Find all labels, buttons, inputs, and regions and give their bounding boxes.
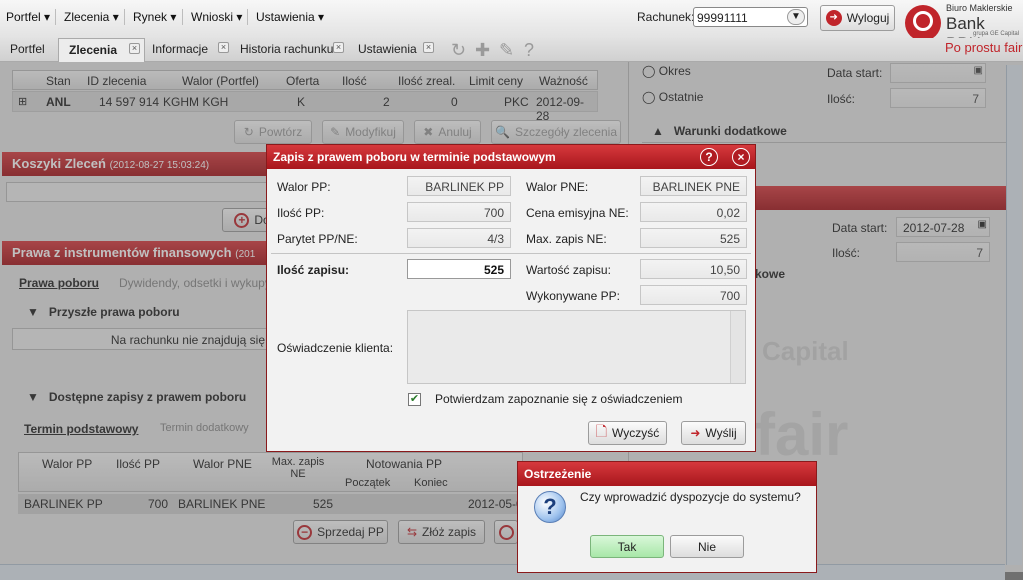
menu-bar: Portfel ▾ Zlecenia ▾ Rynek ▾ Wnioski ▾ U… bbox=[0, 0, 1023, 55]
confirm-checkbox-label: Potwierdzam zapoznanie się z oświadczeni… bbox=[435, 392, 683, 406]
max-zapis-label: Max. zapis NE: bbox=[526, 232, 607, 246]
walor-pp-field: BARLINEK PP bbox=[407, 176, 511, 196]
close-icon[interactable]: × bbox=[333, 42, 344, 53]
brand-slogan: Po prostu fair bbox=[945, 40, 1023, 55]
account-label: Rachunek: bbox=[637, 10, 695, 24]
oswiadczenie-textarea[interactable] bbox=[407, 310, 746, 384]
account-select[interactable]: 99991111 ▼ bbox=[693, 7, 808, 27]
chevron-down-icon[interactable]: ▼ bbox=[787, 9, 805, 25]
close-icon[interactable]: × bbox=[218, 42, 229, 53]
tab-historia[interactable]: Historia rachunku bbox=[240, 42, 333, 56]
menu-zlecenia[interactable]: Zlecenia ▾ bbox=[64, 10, 119, 24]
menu-portfel[interactable]: Portfel ▾ bbox=[6, 10, 50, 24]
document-icon: 🗋 bbox=[595, 423, 608, 439]
menu-separator bbox=[55, 9, 56, 25]
textarea-scrollbar[interactable] bbox=[730, 311, 745, 383]
ilosc-pp-label: Ilość PP: bbox=[277, 206, 325, 220]
parytet-field: 4/3 bbox=[407, 228, 511, 248]
divider bbox=[271, 253, 751, 254]
close-icon[interactable]: × bbox=[732, 148, 750, 166]
dialog-title: Zapis z prawem poboru w terminie podstaw… bbox=[273, 150, 556, 164]
send-label: Wyślij bbox=[705, 426, 737, 440]
warning-header: Ostrzeżenie bbox=[518, 462, 816, 486]
clear-button[interactable]: 🗋 Wyczyść bbox=[588, 421, 667, 445]
wykonywane-label: Wykonywane PP: bbox=[526, 289, 620, 303]
refresh-icon[interactable]: ↻ bbox=[451, 40, 466, 61]
max-zapis-field: 525 bbox=[640, 228, 747, 248]
close-icon[interactable]: × bbox=[423, 42, 434, 53]
menu-separator bbox=[182, 9, 183, 25]
tab-zlecenia-active[interactable]: Zlecenia × bbox=[58, 38, 145, 62]
dialog-header: Zapis z prawem poboru w terminie podstaw… bbox=[267, 145, 755, 169]
no-button[interactable]: Nie bbox=[670, 535, 744, 558]
parytet-label: Parytet PP/NE: bbox=[277, 232, 358, 246]
ilosc-zapisu-label: Ilość zapisu: bbox=[277, 263, 350, 277]
help-icon[interactable]: ? bbox=[524, 40, 534, 61]
logout-button[interactable]: ➜ Wyloguj bbox=[820, 5, 895, 31]
wykonywane-field: 700 bbox=[640, 285, 747, 305]
account-value: 99991111 bbox=[697, 11, 748, 25]
help-icon[interactable]: ? bbox=[700, 148, 718, 166]
oswiadczenie-label: Oświadczenie klienta: bbox=[277, 341, 394, 355]
yes-button[interactable]: Tak bbox=[590, 535, 664, 558]
logout-icon: ➜ bbox=[825, 10, 842, 26]
warning-dialog: Ostrzeżenie ? Czy wprowadzić dyspozycje … bbox=[517, 461, 817, 573]
send-button[interactable]: ➜ Wyślij bbox=[681, 421, 746, 445]
menu-separator bbox=[124, 9, 125, 25]
brand-line3: grupa GE Capital bbox=[973, 31, 1020, 37]
close-icon[interactable]: × bbox=[129, 43, 140, 54]
confirm-checkbox[interactable]: ✔ bbox=[408, 393, 421, 406]
warning-title: Ostrzeżenie bbox=[524, 467, 592, 481]
warning-message: Czy wprowadzić dyspozycje do systemu? bbox=[580, 490, 801, 504]
ilosc-zapisu-input[interactable]: 525 bbox=[407, 259, 511, 279]
cena-label: Cena emisyjna NE: bbox=[526, 206, 629, 220]
cena-field: 0,02 bbox=[640, 202, 747, 222]
wartosc-field: 10,50 bbox=[640, 259, 747, 279]
walor-pp-label: Walor PP: bbox=[277, 180, 331, 194]
walor-pne-label: Walor PNE: bbox=[526, 180, 589, 194]
logout-label: Wyloguj bbox=[846, 11, 890, 25]
send-icon: ➜ bbox=[690, 426, 701, 440]
question-icon: ? bbox=[534, 491, 566, 523]
clear-label: Wyczyść bbox=[612, 426, 660, 440]
menu-ustawienia[interactable]: Ustawienia ▾ bbox=[256, 10, 324, 24]
tab-portfel[interactable]: Portfel bbox=[10, 42, 45, 56]
subscription-dialog: Zapis z prawem poboru w terminie podstaw… bbox=[266, 144, 756, 452]
tab-ustawienia[interactable]: Ustawienia bbox=[358, 42, 417, 56]
tab-informacje[interactable]: Informacje bbox=[152, 42, 208, 56]
menu-rynek[interactable]: Rynek ▾ bbox=[133, 10, 176, 24]
bank-logo bbox=[905, 5, 941, 41]
ilosc-pp-field: 700 bbox=[407, 202, 511, 222]
wartosc-label: Wartość zapisu: bbox=[526, 263, 611, 277]
tab-zlecenia-label: Zlecenia bbox=[69, 43, 118, 57]
add-icon[interactable]: ✚ bbox=[475, 40, 490, 61]
walor-pne-field: BARLINEK PNE bbox=[640, 176, 747, 196]
brand-line1: Biuro Maklerskie bbox=[946, 3, 1013, 13]
edit-icon[interactable]: ✎ bbox=[499, 40, 514, 61]
no-label: Nie bbox=[697, 539, 716, 554]
menu-wnioski[interactable]: Wnioski ▾ bbox=[191, 10, 242, 24]
menu-separator bbox=[247, 9, 248, 25]
yes-label: Tak bbox=[617, 539, 637, 554]
